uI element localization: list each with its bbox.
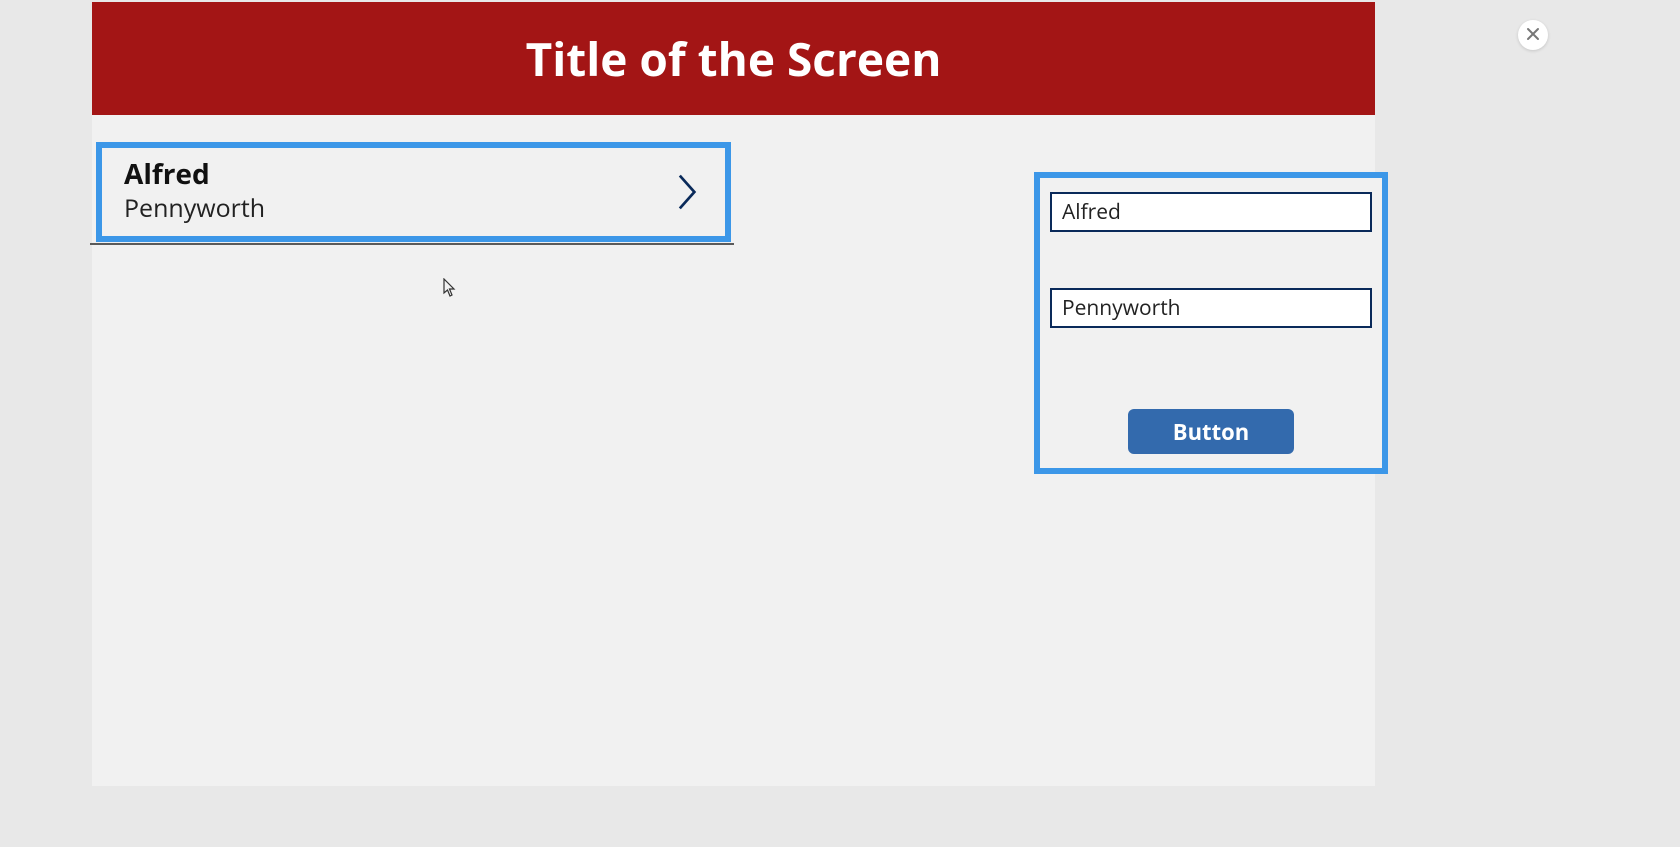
first-name-input[interactable] [1050,192,1372,232]
list-item[interactable]: Alfred Pennyworth [96,142,731,242]
content-area: Alfred Pennyworth Button [92,115,1375,786]
chevron-right-icon [677,172,703,212]
form-panel: Button [1034,172,1388,474]
close-button[interactable] [1518,20,1548,50]
close-icon [1526,24,1540,46]
form-button-row: Button [1050,328,1372,460]
list-item-subtitle: Pennyworth [124,191,677,226]
submit-button[interactable]: Button [1128,409,1294,454]
last-name-input[interactable] [1050,288,1372,328]
screen-title: Title of the Screen [526,28,942,90]
cursor-icon [443,278,457,298]
app-frame: Title of the Screen Alfred Pennyworth [92,2,1375,786]
list-item-text: Alfred Pennyworth [124,158,677,227]
screen-header: Title of the Screen [92,2,1375,115]
list-item-title: Alfred [124,158,677,192]
list-item-divider [90,243,734,245]
